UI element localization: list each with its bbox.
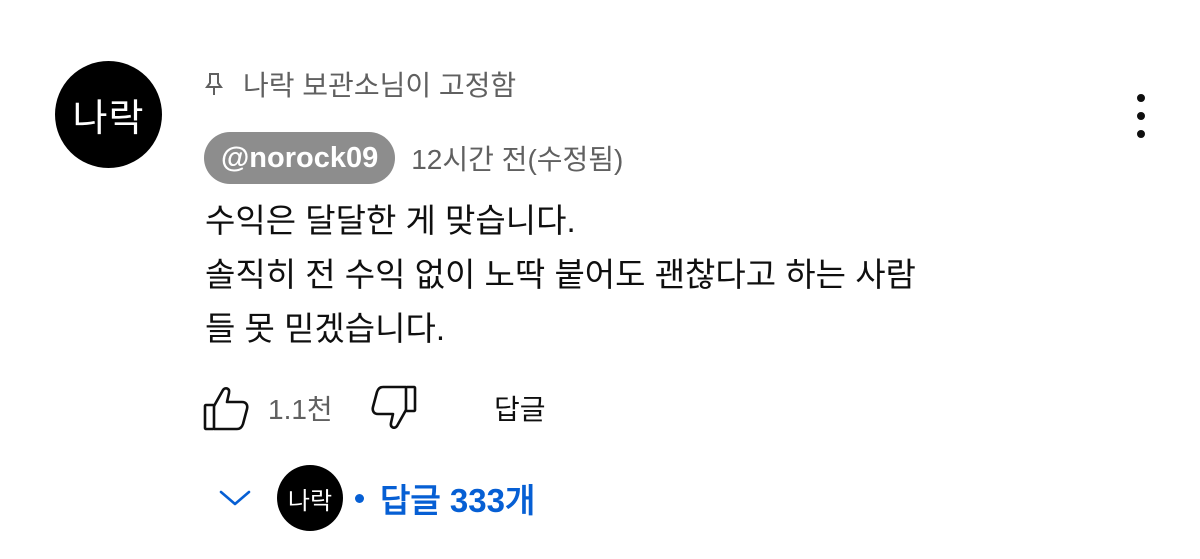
pinned-indicator: 나락 보관소님이 고정함 [203, 64, 516, 104]
commenter-avatar[interactable]: 나락 [55, 61, 162, 168]
replies-toggle[interactable]: 나락 답글 333개 [215, 465, 535, 531]
comment-line: 들 못 믿겠습니다. [205, 310, 446, 347]
more-vert-icon [1137, 94, 1145, 102]
replies-count-label[interactable]: 답글 333개 [380, 474, 535, 522]
reply-button[interactable]: 답글 [494, 388, 546, 428]
comment-line: 수익은 달달한 게 맞습니다. [205, 202, 576, 239]
reply-avatar: 나락 [277, 465, 343, 531]
separator-dot [355, 493, 364, 503]
pinned-label: 나락 보관소님이 고정함 [243, 70, 517, 101]
comment-line: 솔직히 전 수익 없이 노딱 붙어도 괜찮다고 하는 사람 [205, 256, 916, 293]
comment-actions: 1.1천 답글 [200, 382, 546, 434]
comment-timestamp[interactable]: 12시간 전(수정됨) [411, 138, 623, 178]
pin-icon [203, 70, 225, 98]
comment-header: @norock09 12시간 전(수정됨) [204, 132, 623, 184]
thumb-up-icon [203, 387, 249, 431]
thumb-down-icon [371, 385, 417, 429]
comment-body: 수익은 달달한 게 맞습니다. 솔직히 전 수익 없이 노딱 붙어도 괜찮다고 … [205, 194, 1105, 356]
like-button[interactable] [200, 382, 252, 434]
author-name[interactable]: @norock09 [204, 132, 396, 184]
like-count: 1.1천 [268, 394, 333, 425]
dislike-button[interactable] [368, 382, 420, 434]
more-options-button[interactable] [1124, 94, 1158, 138]
chevron-down-icon [215, 478, 255, 518]
